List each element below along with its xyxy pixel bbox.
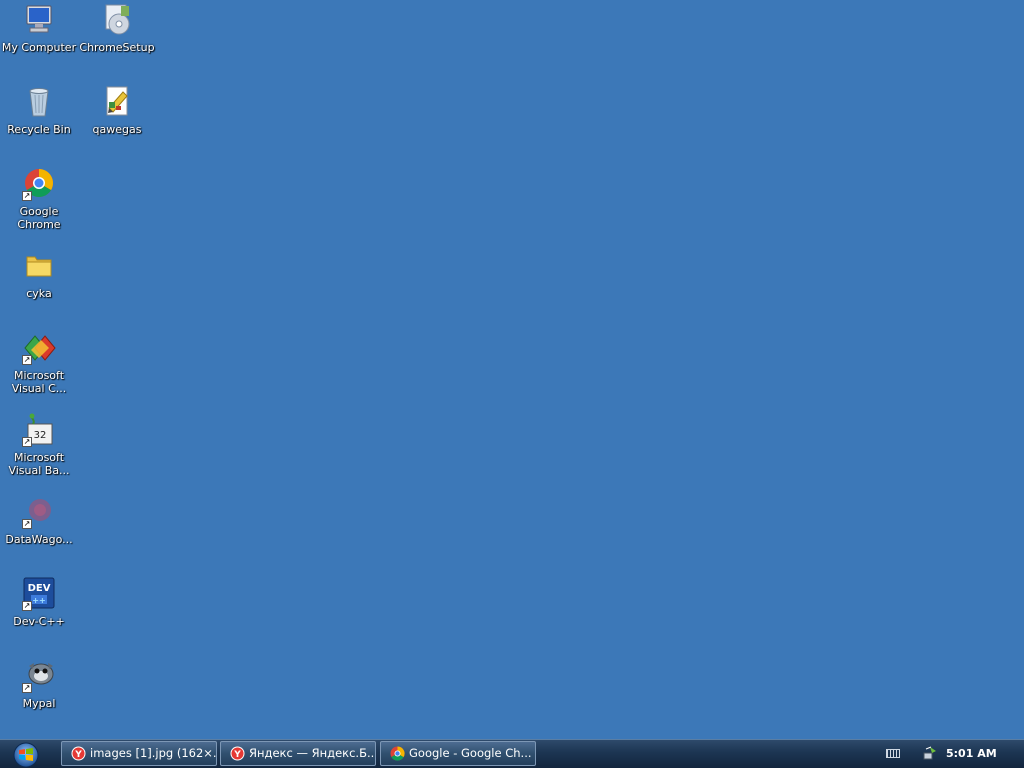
desktop-icon-datawagon[interactable]: ↗ DataWago...: [0, 494, 78, 546]
desktop: My Computer ChromeSetup Recycle Bin qawe…: [0, 0, 1024, 739]
system-tray: 5:01 AM: [884, 740, 1024, 769]
desktop-icon-label: cyka: [26, 287, 52, 300]
desktop-icon-dev-cpp[interactable]: DEV ++ ↗ Dev-C++: [0, 576, 78, 628]
desktop-icon-label: DataWago...: [5, 533, 73, 546]
desktop-icon-cyka[interactable]: cyka: [0, 248, 78, 300]
taskbar-button-label: images [1].jpg (162×...: [90, 746, 217, 760]
mypal-icon: ↗: [21, 658, 57, 694]
desktop-icon-mypal[interactable]: ↗ Mypal: [0, 658, 78, 710]
desktop-icon-visual-cpp[interactable]: ↗ Microsoft Visual C...: [0, 330, 78, 395]
taskbar-button-yandex[interactable]: Y Яндекс — Яндекс.Б...: [220, 741, 376, 766]
chrome-setup-icon: [99, 2, 135, 38]
desktop-icon-label: qawegas: [92, 123, 142, 136]
svg-text:Y: Y: [233, 750, 241, 760]
desktop-icon-label: ChromeSetup: [79, 41, 155, 54]
desktop-icon-my-computer[interactable]: My Computer: [0, 2, 78, 54]
desktop-icon-chromesetup[interactable]: ChromeSetup: [78, 2, 156, 54]
taskbar-button-label: Яндекс — Яндекс.Б...: [249, 746, 376, 760]
recycle-bin-icon: [21, 84, 57, 120]
yandex-icon: Y: [71, 746, 86, 761]
svg-text:DEV: DEV: [28, 583, 51, 594]
desktop-icon-google-chrome[interactable]: ↗ Google Chrome: [0, 166, 78, 231]
dev-cpp-icon: DEV ++ ↗: [21, 576, 57, 612]
desktop-icon-label: Dev-C++: [13, 615, 65, 628]
svg-text:Y: Y: [74, 750, 82, 760]
windows-logo-icon: [13, 742, 39, 768]
desktop-icon-recycle-bin[interactable]: Recycle Bin: [0, 84, 78, 136]
chrome-icon: [390, 746, 405, 761]
chrome-icon: ↗: [21, 166, 57, 202]
my-computer-icon: [21, 2, 57, 38]
start-button[interactable]: [6, 741, 46, 768]
taskbar-button-google-chrome[interactable]: Google - Google Ch...: [380, 741, 536, 766]
desktop-icon-label: Mypal: [22, 697, 56, 710]
yandex-icon: Y: [230, 746, 245, 761]
image-file-icon: [99, 84, 135, 120]
desktop-icon-qawegas[interactable]: qawegas: [78, 84, 156, 136]
taskbar: Y images [1].jpg (162×... Y Яндекс — Янд…: [0, 739, 1024, 768]
folder-icon: [21, 248, 57, 284]
svg-text:32: 32: [34, 430, 47, 441]
clock[interactable]: 5:01 AM: [946, 740, 997, 768]
datawagon-icon: ↗: [21, 494, 57, 530]
desktop-icon-label: My Computer: [1, 41, 77, 54]
desktop-icon-label: Google Chrome: [17, 205, 61, 231]
desktop-icon-visual-basic[interactable]: 32 ↗ Microsoft Visual Ba...: [0, 412, 78, 477]
desktop-icon-label: Microsoft Visual Ba...: [8, 451, 70, 477]
desktop-icon-label: Microsoft Visual C...: [11, 369, 67, 395]
keyboard-icon[interactable]: [886, 749, 900, 758]
visual-cpp-icon: ↗: [21, 330, 57, 366]
visual-basic-icon: 32 ↗: [21, 412, 57, 448]
svg-text:++: ++: [32, 596, 45, 605]
taskbar-button-images[interactable]: Y images [1].jpg (162×...: [61, 741, 217, 766]
desktop-icon-label: Recycle Bin: [7, 123, 71, 136]
network-icon[interactable]: [922, 745, 938, 761]
taskbar-button-label: Google - Google Ch...: [409, 746, 532, 760]
